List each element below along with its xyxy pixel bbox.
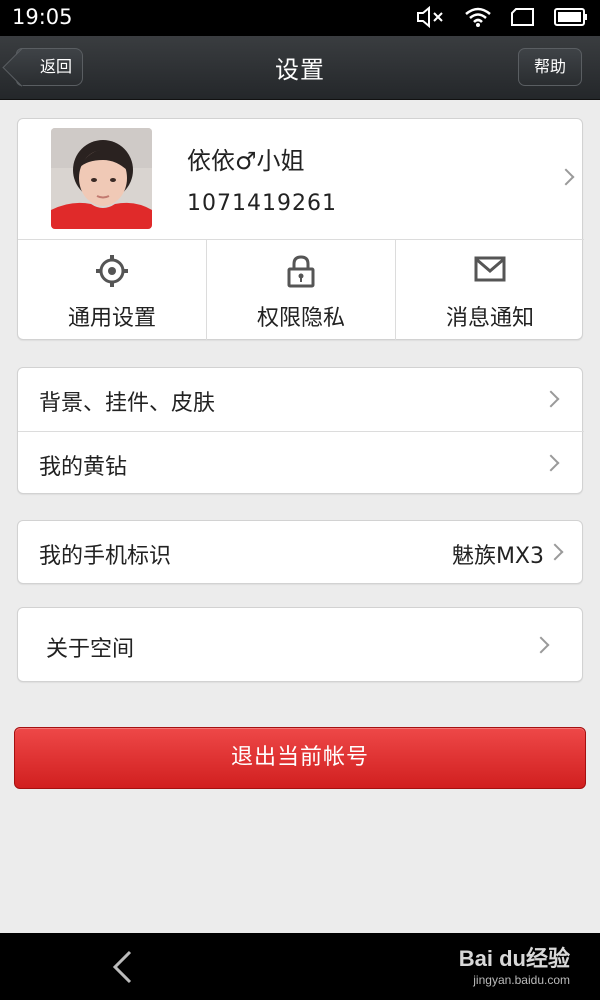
setting-row-label: 我的黄钻 xyxy=(39,455,128,480)
chevron-right-icon xyxy=(542,390,560,408)
setting-row-phone-tag[interactable]: 我的手机标识 魅族MX3 xyxy=(18,521,584,583)
status-bar: 19:05 xyxy=(0,0,600,36)
profile-card: 依依♂小姐 1071419261 通用设置 权限隐私 消息通知 xyxy=(17,118,584,340)
quick-action-label: 通用设置 xyxy=(67,306,156,331)
setting-row-label: 背景、挂件、皮肤 xyxy=(39,391,216,416)
mail-icon xyxy=(474,256,506,282)
setting-row-skin[interactable]: 背景、挂件、皮肤 xyxy=(18,368,584,430)
notifications-button[interactable]: 消息通知 xyxy=(395,240,584,340)
chevron-right-icon xyxy=(546,543,564,561)
watermark-text: Bai du经验 xyxy=(458,946,570,971)
logout-button[interactable]: 退出当前帐号 xyxy=(14,727,586,789)
chevron-right-icon xyxy=(542,454,560,472)
chevron-right-icon xyxy=(532,636,550,654)
help-button[interactable]: 帮助 xyxy=(518,48,582,86)
profile-row[interactable]: 依依♂小姐 1071419261 xyxy=(18,119,584,239)
privacy-button[interactable]: 权限隐私 xyxy=(206,240,395,340)
settings-group-about: 关于空间 xyxy=(17,607,583,682)
wifi-icon xyxy=(465,7,491,27)
recent-apps-icon xyxy=(511,8,534,26)
profile-name: 依依♂小姐 xyxy=(187,147,305,175)
status-icons xyxy=(416,6,588,28)
setting-row-about[interactable]: 关于空间 xyxy=(18,614,584,676)
setting-row-value: 魅族MX3 xyxy=(451,544,544,569)
nav-back-icon[interactable] xyxy=(110,949,134,985)
title-bar: 返回 设置 帮助 xyxy=(0,36,600,100)
setting-row-label: 关于空间 xyxy=(46,637,135,662)
settings-group-personalization: 背景、挂件、皮肤 我的黄钻 xyxy=(17,367,584,494)
watermark-sub: jingyan.baidu.com xyxy=(473,973,570,987)
profile-id: 1071419261 xyxy=(187,191,337,216)
general-settings-button[interactable]: 通用设置 xyxy=(18,240,206,340)
lock-icon xyxy=(287,255,315,288)
gear-icon xyxy=(96,255,128,287)
navigation-bar: Bai du经验 jingyan.baidu.com xyxy=(0,933,600,1000)
quick-action-label: 权限隐私 xyxy=(256,306,345,331)
page-title: 设置 xyxy=(275,56,325,84)
setting-row-label: 我的手机标识 xyxy=(39,544,172,569)
quick-action-label: 消息通知 xyxy=(445,306,534,331)
chevron-right-icon xyxy=(557,168,575,186)
mute-icon xyxy=(417,6,443,28)
battery-icon xyxy=(554,8,587,26)
watermark: Bai du经验 jingyan.baidu.com xyxy=(459,941,570,987)
settings-group-device: 我的手机标识 魅族MX3 xyxy=(17,520,583,584)
avatar xyxy=(51,128,152,229)
status-time: 19:05 xyxy=(12,5,73,29)
setting-row-yellow-diamond[interactable]: 我的黄钻 xyxy=(18,431,584,493)
quick-actions: 通用设置 权限隐私 消息通知 xyxy=(18,239,584,340)
